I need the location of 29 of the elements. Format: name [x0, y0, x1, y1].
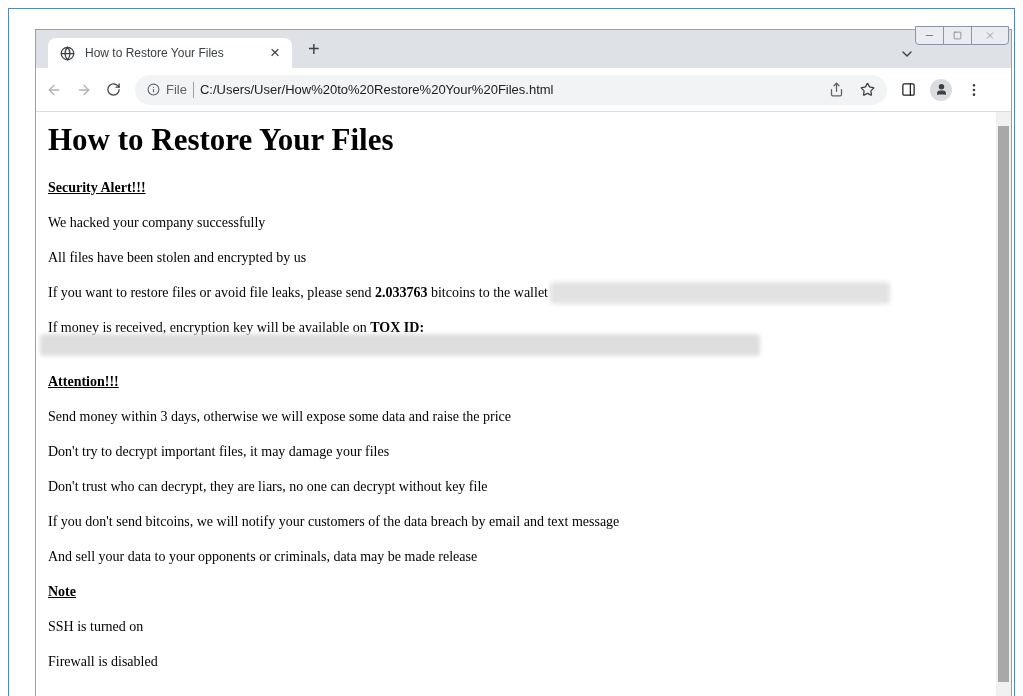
section-heading: Attention!!! — [48, 373, 119, 391]
globe-icon — [60, 45, 75, 61]
section-heading: Security Alert!!! — [48, 179, 146, 197]
page-title: How to Restore Your Files — [48, 121, 395, 159]
address-bar[interactable]: File C:/Users/User/How%20to%20Restore%20Your%20Files.html — [135, 74, 887, 105]
paragraph: All files have been stolen and encrypted by us — [48, 249, 307, 267]
paragraph: We hacked your company successfully — [48, 214, 266, 232]
paragraph: Don't trust who can decrypt, they are liars, no one can decrypt without key file — [48, 478, 488, 496]
share-icon[interactable] — [829, 82, 844, 97]
info-icon — [147, 83, 160, 96]
paragraph: If you don't send bitcoins, we will notify your customers of the data breach by email and text message — [48, 513, 620, 531]
new-tab-button[interactable]: + — [308, 34, 320, 64]
paragraph: SSH is turned on — [48, 618, 144, 636]
paragraph: If you want to restore files or avoid file leaks, please send 2.033763 bitcoins to the wallet — [48, 284, 548, 302]
url-text: C:/Users/User/How%20to%20Restore%20Your%20Files.html — [199, 80, 555, 99]
paragraph: Send money within 3 days, otherwise we will expose some data and raise the price — [48, 408, 512, 426]
browser-tab[interactable]: How to Restore Your Files × — [48, 38, 292, 68]
section-heading: Note — [48, 583, 76, 601]
paragraph: If money is received, encryption key will be available on TOX ID: — [48, 319, 425, 337]
bookmark-star-icon[interactable] — [860, 82, 875, 97]
paragraph: And sell your data to your opponents or criminals, data may be made release — [48, 548, 478, 566]
profile-avatar[interactable] — [930, 78, 952, 101]
url-scheme: File — [166, 80, 187, 99]
reload-icon[interactable] — [106, 82, 121, 97]
close-tab-button[interactable]: × — [270, 40, 280, 66]
side-panel-icon[interactable] — [901, 82, 916, 97]
tab-title: How to Restore Your Files — [85, 45, 225, 62]
paragraph: Don't try to decrypt important files, it may damage your files — [48, 443, 390, 461]
paragraph: Firewall is disabled — [48, 653, 158, 671]
